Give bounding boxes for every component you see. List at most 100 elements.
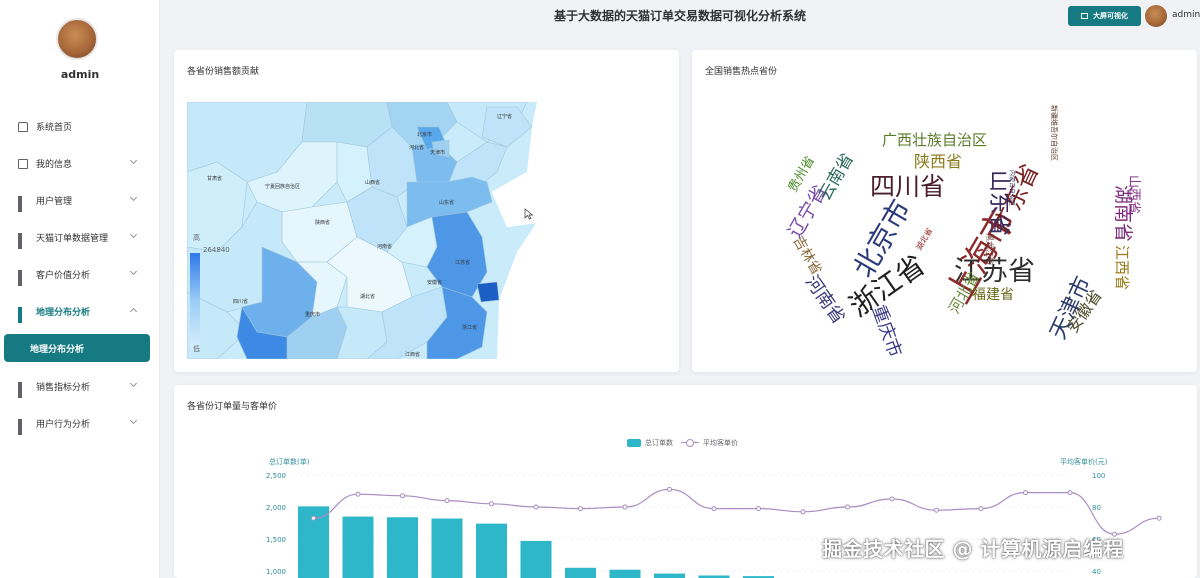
cloud-word[interactable]: 内蒙古自治区 [1008,170,1016,206]
province-label: 重庆市 [305,311,320,318]
cloud-word[interactable]: 江西省 [1113,245,1131,290]
left-tick-label: 2,500 [266,472,286,480]
line-point [756,506,761,512]
sidebar-item-label: 系统首页 [36,123,73,133]
sidebar-item-label: 我的信息 [36,160,73,170]
sidebar-item-label: 地理分布分析 [36,308,91,318]
grid-icon [18,195,28,212]
map-card: 各省份销售额贡献 辽宁省 北京市 天津市 河北省 山西省 山东省 甘肃省 宁夏回… [174,50,679,372]
province-label: 安徽省 [427,279,442,286]
line-point [978,506,984,512]
visual-map-max-value: 264840 [203,246,230,254]
province-label: 河南省 [377,243,392,250]
sidebar-item-user-behavior[interactable]: 用户行为分析 [0,405,160,442]
province-label: 江西省 [405,351,420,358]
cloud-word[interactable]: 重庆市 [867,302,905,360]
province-label: 浙江省 [462,324,477,331]
cloud-word[interactable]: 湖北省 [914,226,935,252]
right-tick-label: 80 [1092,504,1101,512]
header-avatar[interactable] [1145,5,1167,27]
cloud-word[interactable]: 广西壮族自治区 [882,131,987,149]
sidebar-username: admin [60,68,100,81]
province-label: 江苏省 [455,259,470,266]
bar [476,523,507,578]
line-point [533,504,539,510]
china-map[interactable]: 辽宁省 北京市 天津市 河北省 山西省 山东省 甘肃省 宁夏回族自治区 陕西省 … [187,102,590,359]
province-label: 辽宁省 [497,113,512,120]
province-label: 甘肃省 [207,175,222,182]
sidebar-item-label: 用户管理 [36,197,73,207]
province-label: 山西省 [365,179,380,186]
line-point [400,493,405,499]
sidebar-item-geo-distribution[interactable]: 地理分布分析 [0,293,160,330]
word-cloud-card: 全国销售热点省份 上海市 北京市 江苏省 浙江省 广东省 四川省 山东省 天津市… [692,50,1197,372]
province-label: 宁夏回族自治区 [265,183,300,190]
grid-icon [18,418,28,435]
right-tick-label: 100 [1092,472,1105,480]
line-point [711,506,717,512]
chevron-down-icon [129,193,138,202]
sidebar-item-label: 销售指标分析 [36,383,91,393]
line-point [311,515,316,521]
mouse-cursor-icon [524,208,534,220]
line-point [444,498,450,504]
cloud-word[interactable]: 四川省 [870,172,945,201]
line-point [1023,490,1028,496]
grid-icon [18,232,28,249]
sidebar: admin 系统首页 我的信息 用户管理 天猫订单数据管理 客户价值分析 地理分… [0,0,160,578]
home-icon [18,121,28,132]
chevron-down-icon [129,416,138,425]
sidebar-item-customer-value[interactable]: 客户价值分析 [0,256,160,293]
visual-map-gradient[interactable] [190,253,200,350]
watermark: 掘金技术社区 @ 计算机源启编程 [822,537,1124,561]
line-point [489,501,494,507]
province-label: 河北省 [409,144,424,151]
bar [431,518,463,578]
sidebar-menu: 系统首页 我的信息 用户管理 天猫订单数据管理 客户价值分析 地理分布分析 地理… [0,108,160,442]
bar [342,516,374,578]
cloud-word[interactable]: 新疆维吾尔自治区 [1050,105,1059,161]
line-point [889,496,895,502]
line-point [845,504,850,510]
province-label: 陕西省 [315,219,330,226]
sidebar-item-home[interactable]: 系统首页 [0,108,160,145]
submenu-item-geo-distribution[interactable]: 地理分布分析 [4,334,150,362]
chevron-up-icon [129,307,138,316]
line-point [934,507,939,513]
cloud-word[interactable]: 陕西省 [914,152,962,171]
sidebar-item-sales-metrics[interactable]: 销售指标分析 [0,368,160,405]
grid-icon [18,306,28,323]
page-title: 基于大数据的天猫订单交易数据可视化分析系统 [553,9,806,23]
china-map-svg: 辽宁省 北京市 天津市 河北省 山西省 山东省 甘肃省 宁夏回族自治区 陕西省 … [187,102,590,359]
sidebar-item-user-management[interactable]: 用户管理 [0,182,160,219]
visual-map-high-label: 高 [193,234,200,242]
sidebar-item-order-data[interactable]: 天猫订单数据管理 [0,219,160,256]
cloud-word[interactable]: 黑龙江省 [985,233,995,265]
bar [654,573,685,578]
left-tick-label: 1,000 [266,568,286,576]
cloud-word[interactable]: 福建省 [972,287,1014,303]
grid-icon [18,381,28,398]
sidebar-item-my-info[interactable]: 我的信息 [0,145,160,182]
left-tick-label: 1,500 [266,536,286,544]
big-screen-button[interactable]: 大屏可视化 [1068,6,1141,26]
right-tick-label: 40 [1092,568,1101,576]
cloud-word[interactable]: 山东省 [986,170,1011,236]
chevron-down-icon [129,230,138,239]
monitor-icon [1081,13,1088,19]
cloud-word[interactable]: 河南省 [801,272,849,328]
chevron-down-icon [129,267,138,276]
line-point [622,504,628,510]
word-cloud: 上海市 北京市 江苏省 浙江省 广东省 四川省 山东省 天津市 重庆市 河南省 … [784,105,1141,360]
bar [520,540,552,578]
avatar[interactable] [56,18,98,60]
line-point [800,509,806,515]
sidebar-item-label: 用户行为分析 [36,420,91,430]
cloud-word[interactable]: 吉林省 [790,233,825,277]
line-point [667,486,672,492]
cloud-word[interactable]: 山西省 [1126,175,1141,214]
bar [387,517,418,578]
cloud-word[interactable]: 云南省 [815,150,858,204]
province-label: 湖北省 [360,293,375,300]
header-username[interactable]: admin [1172,10,1200,20]
